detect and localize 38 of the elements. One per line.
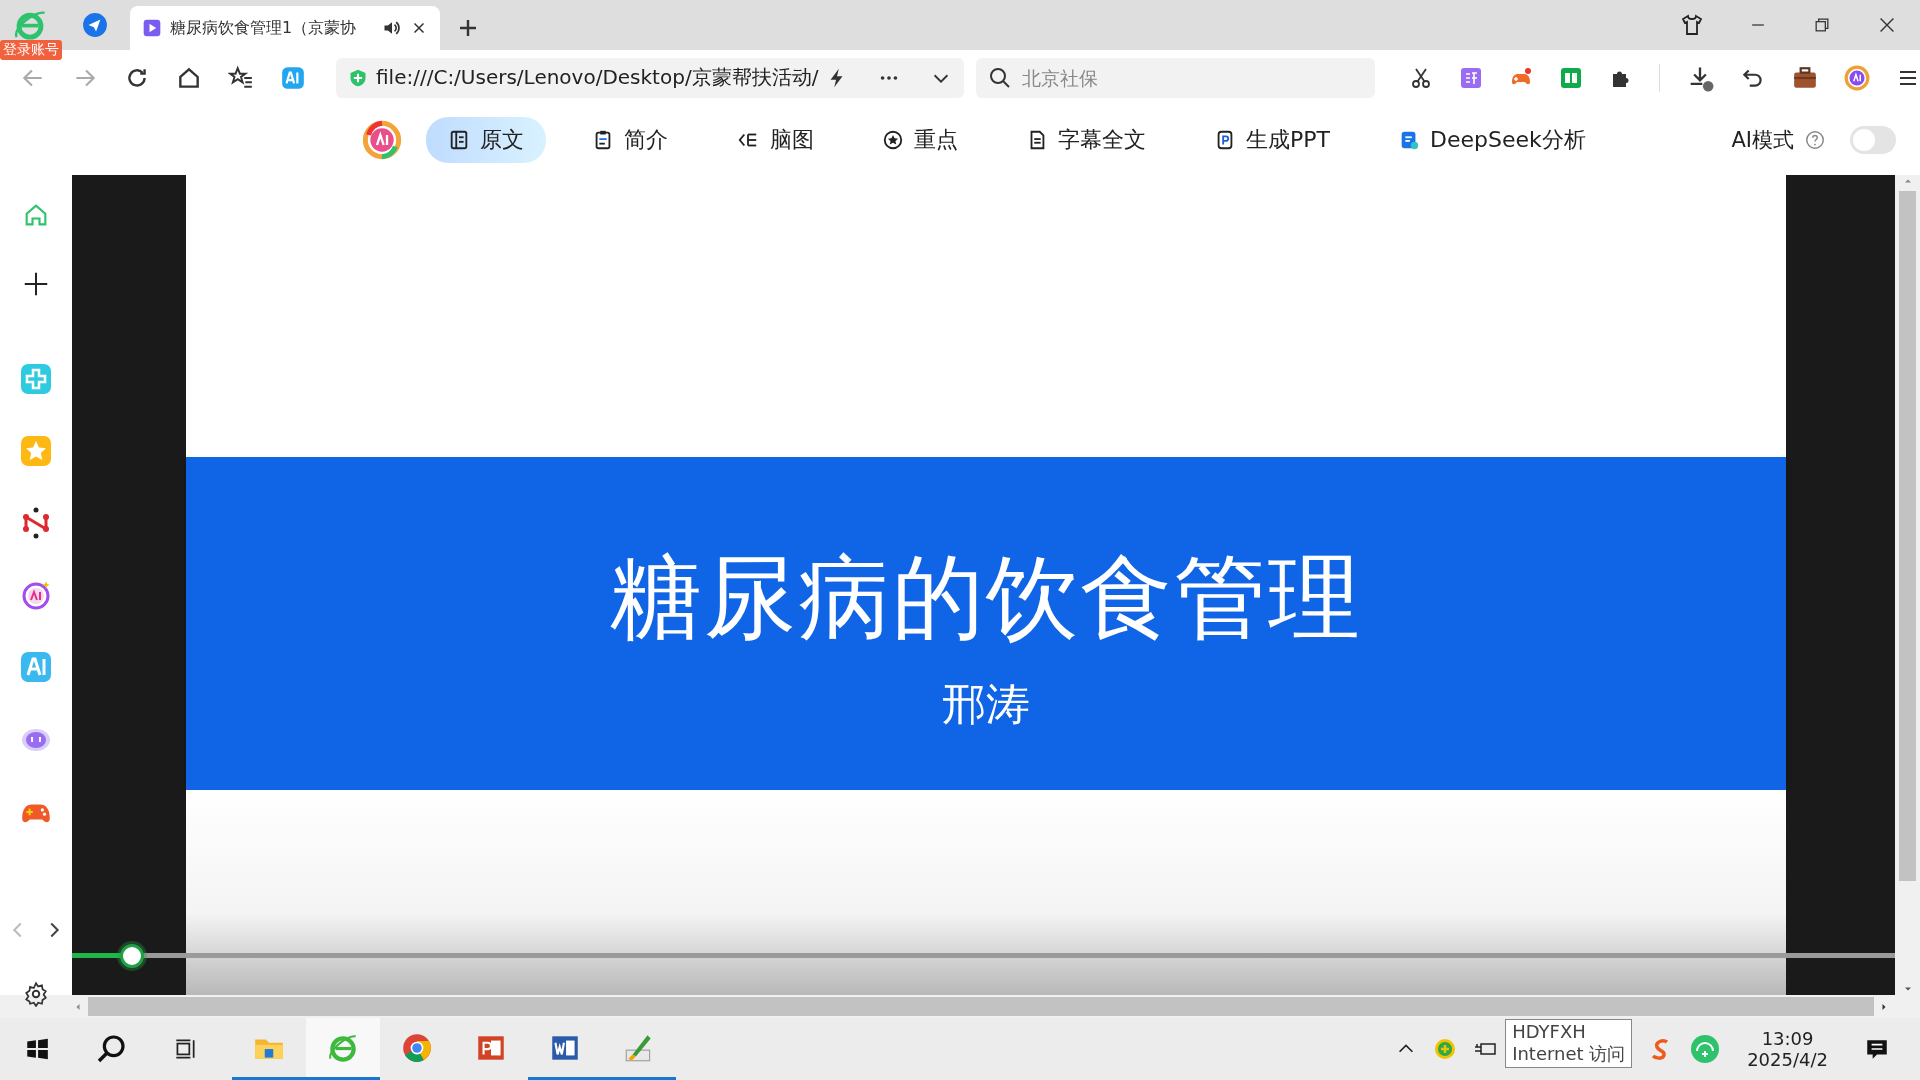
ai-icon[interactable]	[20, 579, 52, 611]
ai-tab[interactable]: 简介	[570, 117, 690, 163]
scrollbar[interactable]	[0, 995, 1920, 1018]
ai-assistant-icon[interactable]	[1844, 64, 1870, 91]
book-icon[interactable]	[1559, 65, 1583, 90]
favorites-icon[interactable]	[228, 64, 254, 91]
taskbar-app[interactable]	[306, 1018, 380, 1080]
slide-title: 糖尿病的饮食管理	[609, 547, 1362, 649]
scrollbar[interactable]	[1895, 175, 1920, 995]
slide-subtitle: 邢涛	[941, 676, 1030, 731]
ai-tab[interactable]: 字幕全文	[1004, 117, 1168, 163]
windows-start-icon[interactable]	[24, 1036, 50, 1062]
browser-tab[interactable]: 糖尿病饮食管理1（京蒙协	[130, 6, 440, 50]
ai-assistant-icon[interactable]	[362, 120, 402, 160]
document-icon	[448, 129, 470, 151]
ai-tab[interactable]: DeepSeek分析	[1376, 117, 1608, 163]
address-bar[interactable]: file:///C:/Users/Lenovo/Desktop/京蒙帮扶活动/	[336, 57, 965, 98]
network-icon[interactable]	[20, 507, 52, 539]
clock[interactable]: 13:09 2025/4/2	[1747, 1028, 1828, 1070]
ai-tab[interactable]: 重点	[860, 117, 980, 163]
translate-icon[interactable]	[1459, 65, 1483, 90]
play-icon	[142, 18, 162, 38]
briefcase-icon[interactable]	[1792, 64, 1818, 91]
ai-mode-label: AI模式	[1731, 127, 1794, 154]
help-icon[interactable]	[1804, 129, 1826, 151]
ai-icon[interactable]	[280, 64, 306, 91]
ai-mode-toggle[interactable]	[1850, 126, 1896, 154]
shield-icon[interactable]	[1433, 1037, 1458, 1061]
ai-tab[interactable]: 生成PPT	[1192, 117, 1352, 163]
settings-icon[interactable]	[23, 981, 49, 1007]
ai-tab[interactable]: 原文	[426, 117, 546, 163]
shirt-icon[interactable]	[1680, 13, 1704, 37]
search-icon[interactable]	[95, 1033, 127, 1065]
search-field[interactable]: 北京社保	[976, 57, 1375, 98]
ai-tab[interactable]: 脑图	[714, 117, 836, 163]
secure-icon	[348, 67, 368, 88]
send-icon[interactable]	[82, 12, 108, 38]
tooltip: HDYFXH Internet 访问	[1505, 1019, 1633, 1068]
